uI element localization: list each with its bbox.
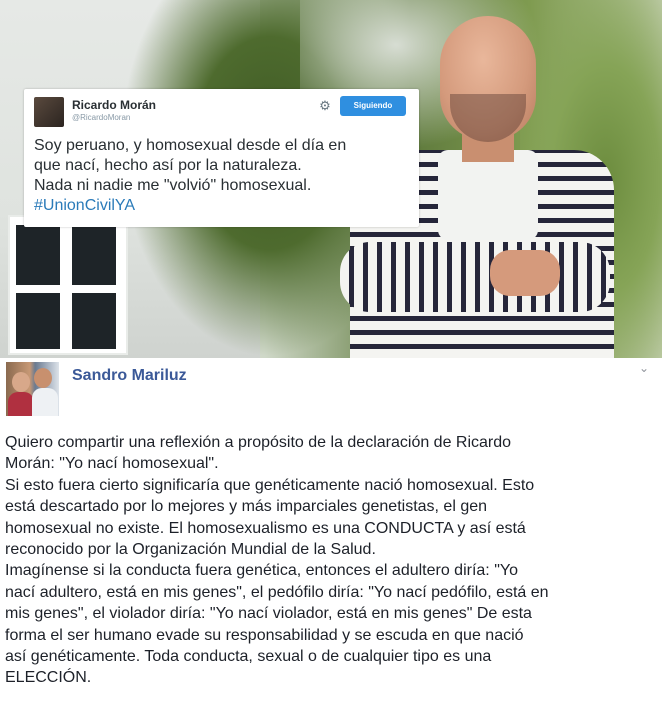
window-pane xyxy=(72,293,116,349)
person-hand xyxy=(490,250,560,296)
post-text-line: Si esto fuera cierto significaría que ge… xyxy=(5,476,535,494)
post-text-line: homosexual no existe. El homosexualismo … xyxy=(5,519,526,537)
person-shirt-collar xyxy=(438,150,538,240)
post-text-line: Imagínense si la conducta fuera genética… xyxy=(5,562,518,580)
following-button[interactable]: Siguiendo xyxy=(340,96,406,116)
tweet-card: Ricardo Morán @RicardoMoran ⚙ Siguiendo … xyxy=(24,89,419,227)
post-text-line: nací adultero, está en mis genes", el pe… xyxy=(5,583,549,601)
tweet-text-line: que nací, hecho así por la naturaleza. xyxy=(34,157,302,174)
gear-icon[interactable]: ⚙ xyxy=(318,99,332,113)
tweet-text-line: Nada ni nadie me "volvió" homosexual. xyxy=(34,177,312,194)
post-text-line: mis genes", el violador diría: "Yo nací … xyxy=(5,605,532,623)
window-pane xyxy=(16,293,60,349)
post-body: Quiero compartir una reflexión a propósi… xyxy=(0,420,662,720)
avatar-face xyxy=(34,368,52,388)
tweet-hashtag-link[interactable]: #UnionCivilYA xyxy=(34,196,414,216)
post-text-line: está descartado por lo mejores y más imp… xyxy=(5,498,488,516)
photo-window xyxy=(8,215,128,355)
avatar-figure xyxy=(32,388,58,416)
window-pane xyxy=(72,225,116,285)
window-pane xyxy=(16,225,60,285)
post-header: Sandro Mariluz ⌄ xyxy=(0,358,662,420)
avatar-face xyxy=(12,372,30,392)
tweet-avatar[interactable] xyxy=(34,97,64,127)
avatar-figure xyxy=(8,392,34,416)
post-text-line: Morán: "Yo nací homosexual". xyxy=(5,455,219,473)
post-author-link[interactable]: Sandro Mariluz xyxy=(72,367,187,385)
author-avatar[interactable] xyxy=(6,362,59,416)
post-text-line: Quiero compartir una reflexión a propósi… xyxy=(5,434,512,451)
tweet-text: Soy peruano, y homosexual desde el día e… xyxy=(34,136,414,216)
tweet-author-name[interactable]: Ricardo Morán xyxy=(72,98,156,112)
post-text-line: así genéticamente. Toda conducta, sexual… xyxy=(5,648,492,666)
person-crossed-arms xyxy=(340,242,610,312)
post-text-line: reconocido por la Organización Mundial d… xyxy=(5,541,376,559)
post-text-line: forma el ser humano evade su responsabil… xyxy=(5,626,524,644)
post-text: Quiero compartir una reflexión a propósi… xyxy=(5,432,657,689)
tweet-author-handle[interactable]: @RicardoMoran xyxy=(72,113,130,122)
tweet-text-line: Soy peruano, y homosexual desde el día e… xyxy=(34,137,347,154)
chevron-down-icon[interactable]: ⌄ xyxy=(636,362,652,374)
post-text-line: ELECCIÓN. xyxy=(5,669,92,687)
shared-photo[interactable]: Ricardo Morán @RicardoMoran ⚙ Siguiendo … xyxy=(0,0,662,358)
